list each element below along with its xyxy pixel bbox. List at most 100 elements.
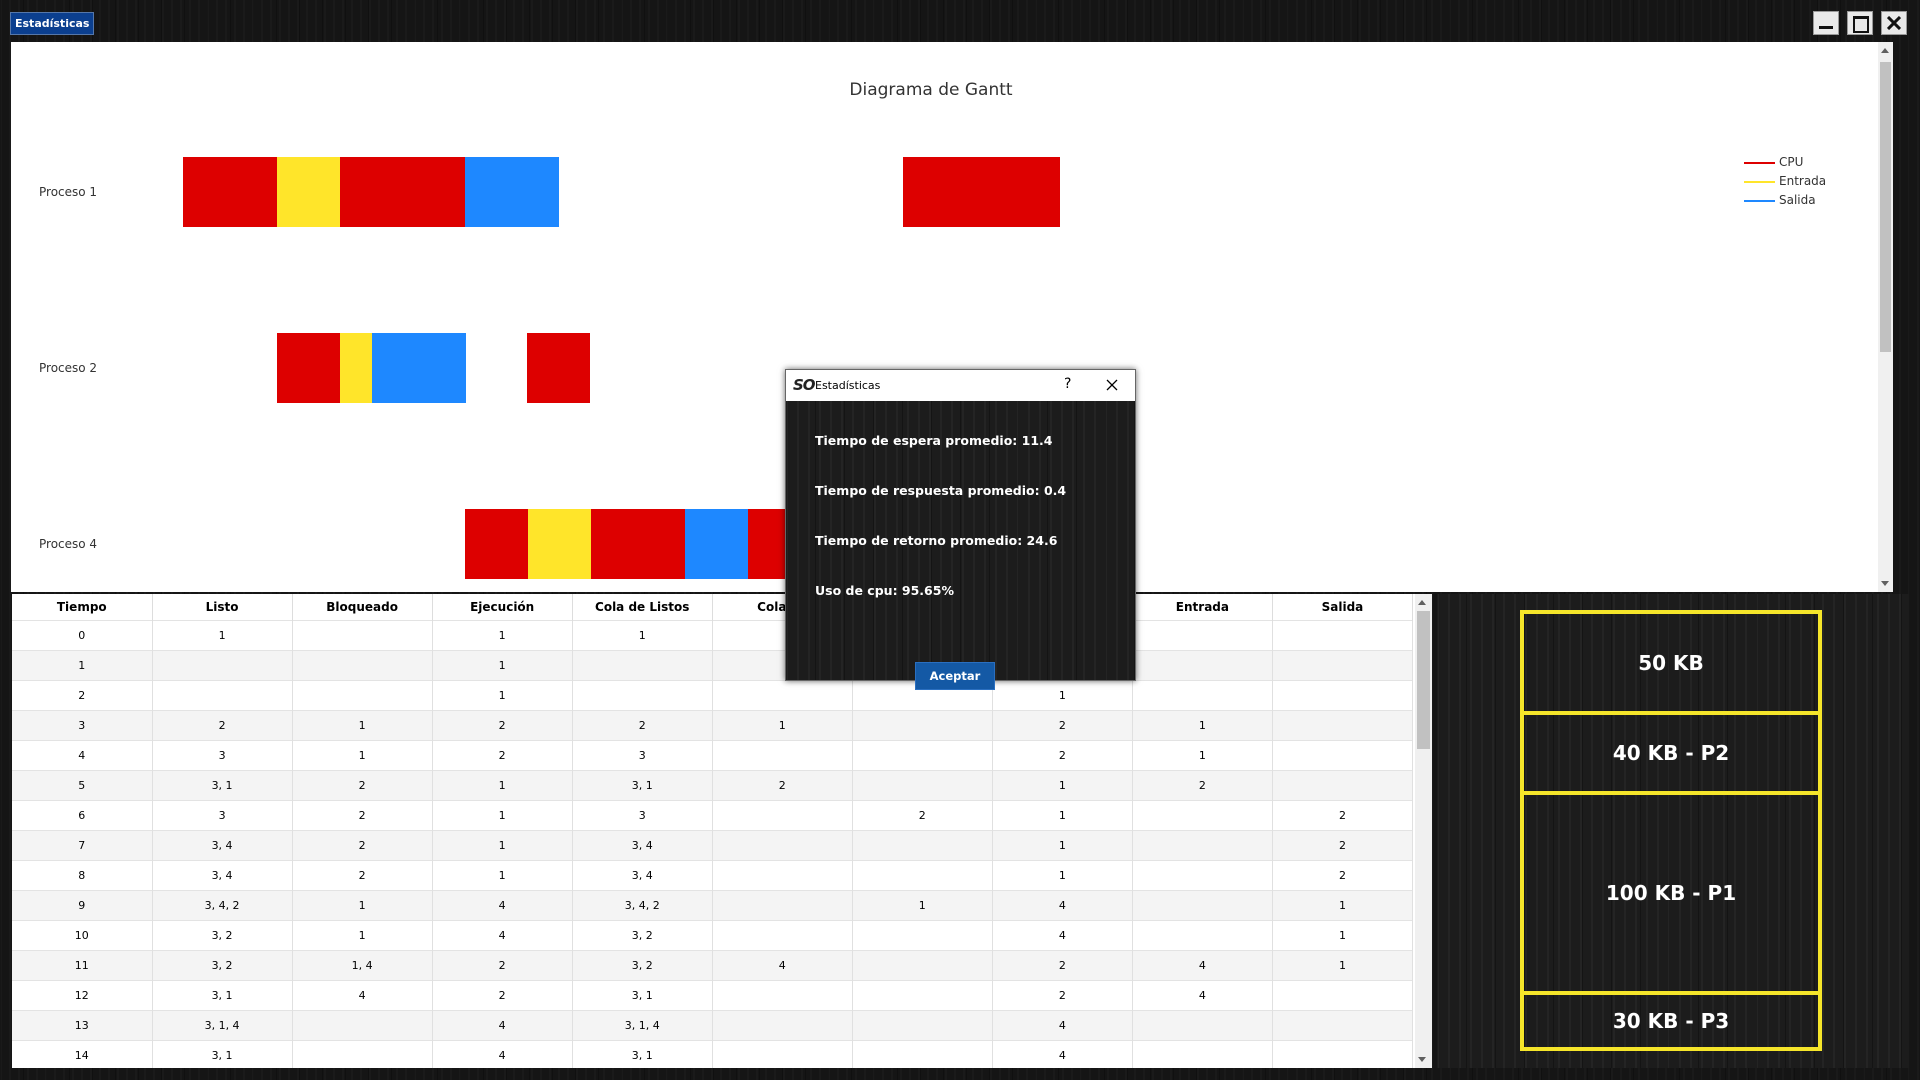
table-cell: 1: [292, 740, 433, 771]
table-cell: [712, 980, 853, 1011]
table-row[interactable]: 12 3, 1 4 2 3, 124: [12, 980, 1414, 1011]
column-header[interactable]: Listo: [152, 594, 293, 621]
table-row[interactable]: 2 1 1: [12, 680, 1414, 711]
table-cell: 3, 4: [152, 860, 293, 891]
table-cell: [712, 1010, 853, 1041]
table-row[interactable]: 0111: [12, 620, 1414, 651]
table-row[interactable]: 13 3, 1, 4 4 3, 1, 44: [12, 1010, 1414, 1041]
gantt-scrollbar[interactable]: [1878, 42, 1893, 592]
legend-item-entrada: Entrada: [1744, 173, 1826, 189]
legend-swatch: [1744, 180, 1775, 183]
column-header[interactable]: Bloqueado: [292, 594, 433, 621]
stat-response-time: Tiempo de respuesta promedio: 0.4: [815, 483, 1067, 498]
table-cell: [292, 620, 433, 651]
table-row[interactable]: 63213212: [12, 800, 1414, 831]
table-cell: [292, 650, 433, 681]
column-header[interactable]: Tiempo: [12, 594, 153, 621]
close-button[interactable]: [1881, 11, 1907, 35]
table-row[interactable]: 9 3, 4, 2 1 4 3, 4, 2141: [12, 890, 1414, 921]
scroll-thumb[interactable]: [1880, 62, 1891, 352]
table-cell: 4: [712, 950, 853, 981]
table-cell: 1: [432, 620, 573, 651]
maximize-button[interactable]: [1847, 11, 1873, 35]
memory-block: 30 KB - P3: [1612, 1009, 1730, 1033]
table-cell: 1: [992, 770, 1133, 801]
table-cell: 1: [152, 620, 293, 651]
table-cell: 2: [1132, 770, 1273, 801]
column-header[interactable]: Salida: [1272, 594, 1414, 621]
table-row[interactable]: 11 3, 2 1, 4 2 3, 24241: [12, 950, 1414, 981]
table-row[interactable]: 5 3, 1 2 1 3, 1212: [12, 770, 1414, 801]
dialog-title: Estadísticas: [815, 379, 881, 392]
table-cell: [1132, 920, 1273, 951]
gantt-bar-cpu: [277, 333, 340, 403]
gantt-bar-entrada: [528, 509, 591, 579]
table-cell: 2: [992, 950, 1133, 981]
table-cell: [852, 710, 993, 741]
scroll-down-icon[interactable]: [1881, 581, 1889, 586]
table-cell: [852, 1040, 993, 1068]
table-row[interactable]: 14 3, 1 4 3, 14: [12, 1040, 1414, 1068]
column-header[interactable]: Entrada: [1132, 594, 1273, 621]
gantt-bar-cpu: [340, 157, 465, 227]
scroll-up-icon[interactable]: [1881, 48, 1889, 53]
dialog-close-icon[interactable]: [1106, 379, 1118, 391]
table-scrollbar[interactable]: [1415, 594, 1432, 1068]
gantt-bar-salida: [465, 157, 559, 227]
table-cell: [852, 860, 993, 891]
table-cell: 1: [292, 710, 433, 741]
table-cell: 3, 1: [152, 1040, 293, 1068]
gantt-bar-cpu: [527, 333, 590, 403]
table-cell: 3, 4: [152, 830, 293, 861]
table-cell: [292, 680, 433, 711]
table-cell: 11: [12, 950, 153, 981]
table-cell: 3: [572, 800, 713, 831]
table-row[interactable]: 10 3, 2 1 4 3, 241: [12, 920, 1414, 951]
table-cell: 2: [432, 740, 573, 771]
table-cell: 2: [292, 830, 433, 861]
accept-button[interactable]: Aceptar: [915, 662, 995, 690]
table-row[interactable]: 7 3, 4 2 1 3, 412: [12, 830, 1414, 861]
scroll-up-icon[interactable]: [1418, 600, 1426, 605]
table-cell: [852, 740, 993, 771]
column-header[interactable]: Cola de Listos: [572, 594, 713, 621]
table-cell: 3: [12, 710, 153, 741]
table-cell: 1: [432, 860, 573, 891]
table-cell: [852, 980, 993, 1011]
table-cell: 3, 4: [572, 830, 713, 861]
table-cell: [852, 1010, 993, 1041]
table-cell: 12: [12, 980, 153, 1011]
table-cell: [712, 830, 853, 861]
table-row[interactable]: 8 3, 4 2 1 3, 412: [12, 860, 1414, 891]
table-cell: 1: [1272, 890, 1414, 921]
table-cell: 13: [12, 1010, 153, 1041]
table-cell: 2: [572, 710, 713, 741]
table-cell: 4: [432, 1040, 573, 1068]
table-cell: 4: [12, 740, 153, 771]
legend-swatch: [1744, 199, 1775, 202]
table-cell: [852, 950, 993, 981]
column-header[interactable]: Ejecución: [432, 594, 573, 621]
table-cell: 6: [12, 800, 153, 831]
table-cell: 4: [992, 890, 1133, 921]
table-cell: 3, 1: [572, 980, 713, 1011]
stat-wait-time: Tiempo de espera promedio: 11.4: [815, 433, 1053, 448]
table-row[interactable]: 4312321: [12, 740, 1414, 771]
help-button[interactable]: ?: [1064, 376, 1071, 392]
table-cell: [852, 830, 993, 861]
scroll-thumb[interactable]: [1417, 611, 1430, 749]
table-cell: 1: [432, 800, 573, 831]
table-cell: [712, 740, 853, 771]
table-cell: [852, 920, 993, 951]
table-cell: 4: [432, 890, 573, 921]
table-cell: 2: [992, 980, 1133, 1011]
table-cell: 2: [292, 800, 433, 831]
gantt-bar-entrada: [277, 157, 340, 227]
table-cell: [1132, 620, 1273, 651]
table-row[interactable]: 11: [12, 650, 1414, 681]
table-row[interactable]: 32122121: [12, 710, 1414, 741]
scroll-down-icon[interactable]: [1418, 1057, 1426, 1062]
minimize-button[interactable]: [1813, 11, 1839, 35]
table-cell: 1: [292, 920, 433, 951]
table-cell: 1: [992, 680, 1133, 711]
